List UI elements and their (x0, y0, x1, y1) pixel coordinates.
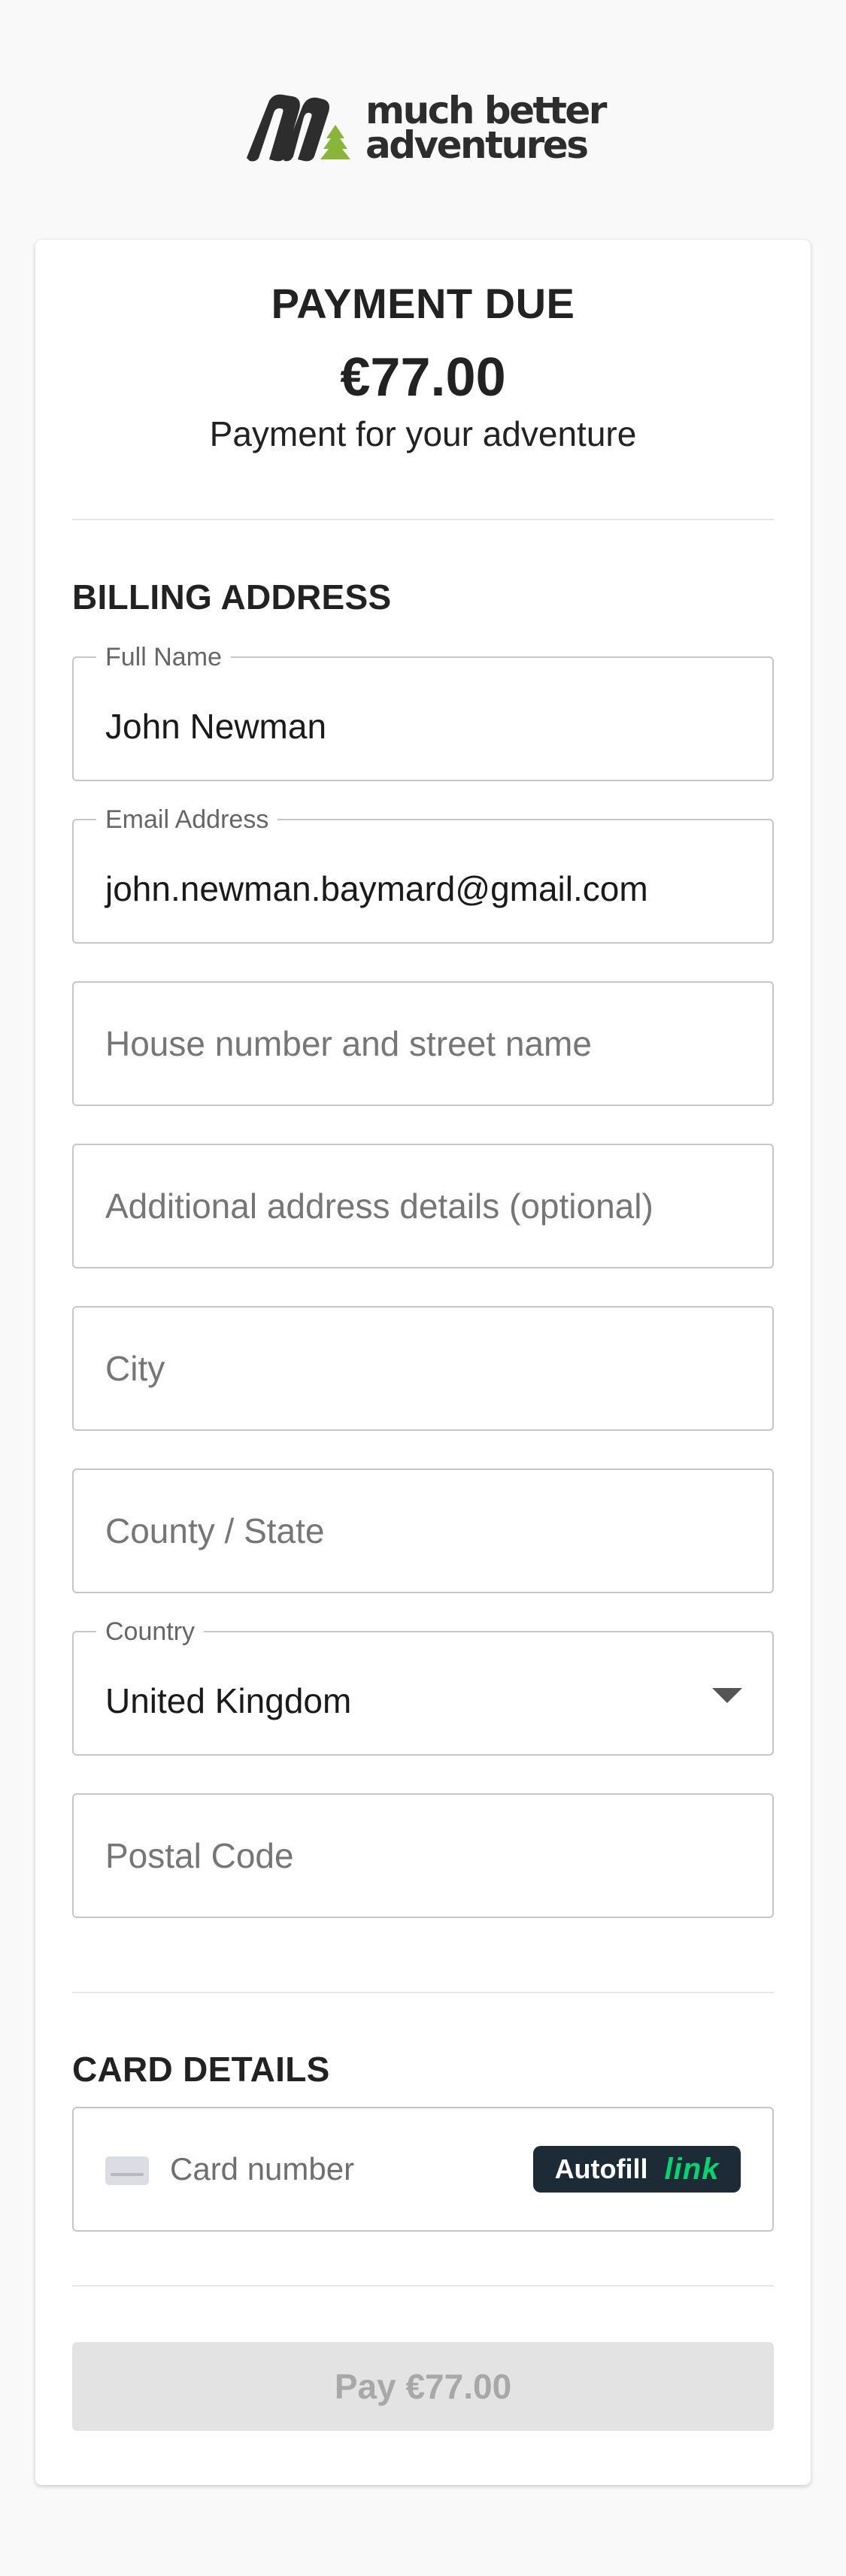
divider (72, 1992, 774, 1993)
email-value: john.newman.baymard@gmail.com (105, 869, 648, 908)
brand-name: much better adventures (365, 89, 607, 167)
divider (72, 519, 774, 520)
billing-address-title: BILLING ADDRESS (72, 577, 392, 617)
additional-address-field[interactable]: Additional address details (optional) (72, 1144, 774, 1268)
city-field[interactable]: City (72, 1306, 774, 1431)
autofill-link-button[interactable]: Autofill link (533, 2146, 741, 2193)
country-select[interactable]: Country United Kingdom (72, 1617, 774, 1756)
card-number-field[interactable]: Card number Autofill link (72, 2107, 774, 2232)
divider (72, 2285, 774, 2287)
brand-logo: much better adventures (239, 89, 608, 167)
country-value: United Kingdom (105, 1681, 352, 1720)
county-state-field[interactable]: County / State (72, 1468, 774, 1593)
card-details-title: CARD DETAILS (72, 2050, 330, 2089)
autofill-label: Autofill (554, 2153, 648, 2184)
postal-code-field[interactable]: Postal Code (72, 1793, 774, 1918)
link-logo-text: link (664, 2152, 720, 2186)
full-name-field[interactable]: Full Name John Newman (72, 643, 774, 781)
chevron-down-icon (712, 1688, 742, 1703)
payment-description: Payment for your adventure (209, 414, 637, 453)
pay-button[interactable]: Pay €77.00 (72, 2342, 774, 2431)
card-number-placeholder: Card number (170, 2151, 355, 2187)
city-placeholder: City (105, 1349, 165, 1388)
postal-code-placeholder: Postal Code (105, 1836, 294, 1875)
street-address-placeholder: House number and street name (105, 1024, 592, 1063)
payment-card: PAYMENT DUE €77.00 Payment for your adve… (35, 240, 811, 2485)
mba-logo-icon (247, 94, 350, 162)
additional-address-placeholder: Additional address details (optional) (105, 1186, 653, 1226)
street-address-field[interactable]: House number and street name (72, 981, 774, 1106)
email-field[interactable]: Email Address john.newman.baymard@gmail.… (72, 805, 774, 944)
credit-card-icon (105, 2156, 149, 2185)
county-state-placeholder: County / State (105, 1511, 325, 1550)
payment-amount: €77.00 (340, 347, 506, 408)
full-name-value: John Newman (105, 707, 327, 746)
payment-due-title: PAYMENT DUE (271, 280, 575, 327)
